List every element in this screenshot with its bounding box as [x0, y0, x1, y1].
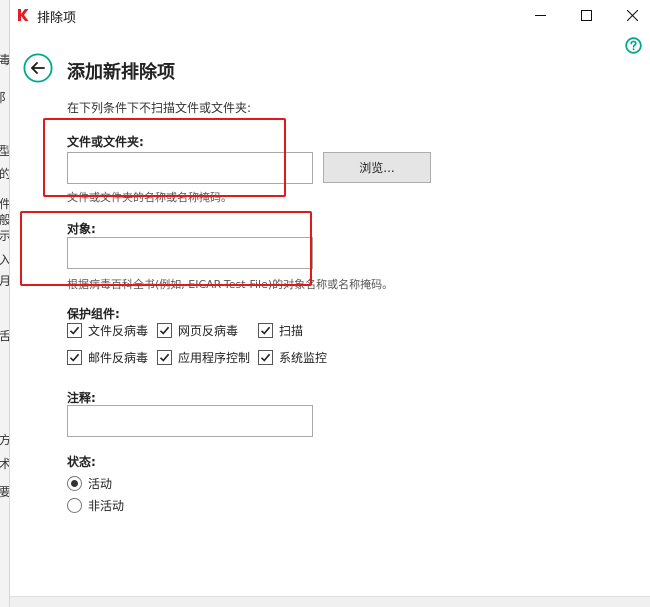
- bg-glyph: 月: [0, 275, 9, 287]
- bg-glyph: 术: [0, 458, 9, 470]
- bg-glyph: 的: [0, 168, 9, 180]
- checkbox-mail-antivirus[interactable]: 邮件反病毒: [67, 349, 148, 366]
- checkmark-icon: [159, 326, 170, 335]
- checkmark-icon: [69, 326, 80, 335]
- maximize-icon: [580, 9, 592, 21]
- bg-glyph: 入: [0, 254, 9, 266]
- minimize-button[interactable]: [517, 0, 563, 30]
- checkbox-box[interactable]: [258, 323, 273, 338]
- checkbox-label: 系统监控: [279, 351, 328, 365]
- radio-button[interactable]: [67, 498, 82, 513]
- background-app-window: 毒 阝 型 的 件 般 示 入 月 舌 方 术 要: [0, 0, 10, 607]
- checkbox-label: 文件反病毒: [88, 324, 149, 338]
- title-bar[interactable]: 排除项: [10, 0, 650, 30]
- annotation-highlight-box: [20, 211, 312, 286]
- annotation-highlight-box: [43, 118, 286, 197]
- radio-label: 非活动: [88, 499, 125, 513]
- checkbox-box[interactable]: [67, 350, 82, 365]
- bg-glyph: 舌: [0, 330, 9, 342]
- checkbox-box[interactable]: [157, 350, 172, 365]
- checkbox-label: 应用程序控制: [178, 351, 251, 365]
- status-label: 状态:: [67, 455, 96, 469]
- bg-glyph: 阝: [0, 92, 9, 104]
- radio-active[interactable]: 活动: [67, 475, 112, 492]
- checkbox-label: 网页反病毒: [178, 324, 239, 338]
- maximize-button[interactable]: [563, 0, 609, 30]
- bg-glyph: 般: [0, 214, 9, 226]
- radio-button[interactable]: [67, 476, 82, 491]
- checkbox-label: 扫描: [279, 324, 304, 338]
- help-icon[interactable]: [625, 37, 642, 54]
- bg-glyph: 示: [0, 230, 9, 242]
- checkbox-file-antivirus[interactable]: 文件反病毒: [67, 322, 148, 339]
- bg-glyph: 毒: [0, 54, 9, 66]
- checkmark-icon: [260, 326, 271, 335]
- checkmark-icon: [159, 353, 170, 362]
- kaspersky-logo-icon: [18, 9, 29, 21]
- checkbox-box[interactable]: [67, 323, 82, 338]
- protection-components-label: 保护组件:: [67, 307, 120, 321]
- exclusion-dialog: 排除项 添加新排除项 在下列条件下不扫描文件或文件夹: 文件或文件夹: 浏览..…: [10, 0, 650, 607]
- checkbox-system-watcher[interactable]: 系统监控: [258, 349, 327, 366]
- checkbox-scan[interactable]: 扫描: [258, 322, 303, 339]
- bg-glyph: 型: [0, 145, 9, 157]
- radio-label: 活动: [88, 477, 113, 491]
- browse-button[interactable]: 浏览...: [323, 152, 431, 183]
- dialog-bottom-bar: [10, 596, 650, 607]
- page-subtitle: 在下列条件下不扫描文件或文件夹:: [67, 101, 252, 115]
- page-title: 添加新排除项: [67, 62, 175, 83]
- back-button[interactable]: [23, 53, 53, 83]
- checkbox-box[interactable]: [157, 323, 172, 338]
- checkmark-icon: [69, 353, 80, 362]
- bg-glyph: 方: [0, 434, 9, 446]
- radio-selected-dot: [71, 480, 78, 487]
- close-button[interactable]: [609, 0, 650, 30]
- checkmark-icon: [260, 353, 271, 362]
- checkbox-web-antivirus[interactable]: 网页反病毒: [157, 322, 238, 339]
- comment-label: 注释:: [67, 391, 96, 405]
- checkbox-label: 邮件反病毒: [88, 351, 149, 365]
- close-icon: [626, 9, 638, 21]
- window-title: 排除项: [37, 11, 77, 26]
- minimize-icon: [534, 14, 546, 16]
- bg-glyph: 件: [0, 198, 9, 210]
- comment-input[interactable]: [67, 405, 313, 437]
- checkbox-application-control[interactable]: 应用程序控制: [157, 349, 250, 366]
- radio-inactive[interactable]: 非活动: [67, 497, 124, 514]
- bg-glyph: 要: [0, 486, 9, 498]
- checkbox-box[interactable]: [258, 350, 273, 365]
